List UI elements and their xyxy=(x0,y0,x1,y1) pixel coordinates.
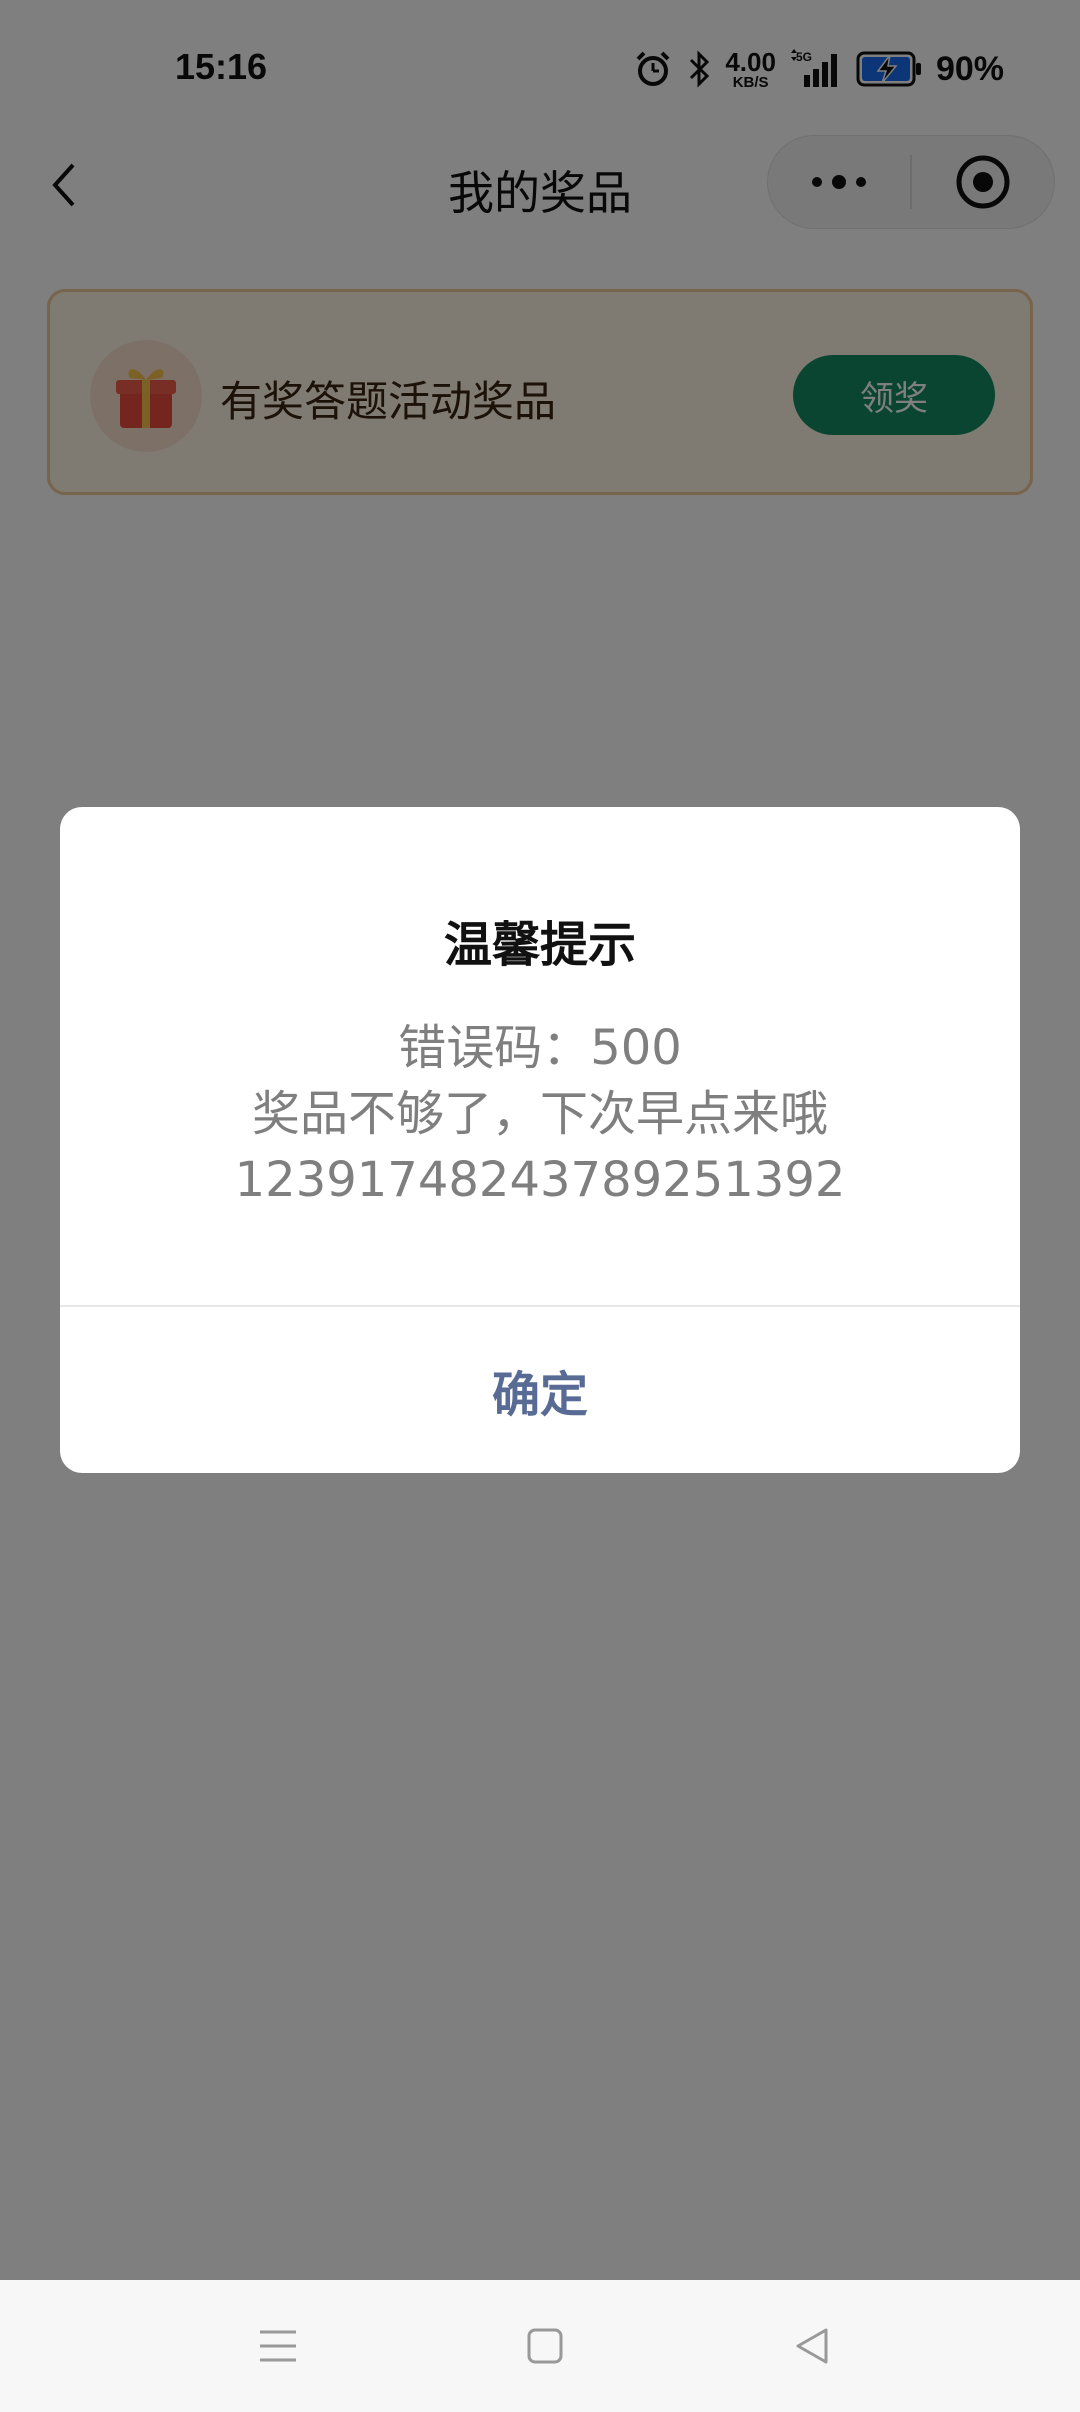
confirm-button[interactable]: 确定 xyxy=(60,1307,1020,1473)
menu-lines-icon xyxy=(260,2330,296,2362)
dialog-message: 错误码：500 奖品不够了，下次早点来哦 1239174824378925139… xyxy=(60,1015,1020,1213)
home-button[interactable] xyxy=(515,2316,575,2376)
back-triangle-icon xyxy=(796,2328,828,2364)
system-back-button[interactable] xyxy=(782,2316,842,2376)
menu-button[interactable] xyxy=(248,2316,308,2376)
home-square-icon xyxy=(527,2328,563,2364)
error-message-text: 奖品不够了，下次早点来哦 xyxy=(251,1086,828,1142)
system-nav-bar xyxy=(0,2280,1080,2412)
dialog-title: 温馨提示 xyxy=(443,917,636,973)
request-id-text: 12391748243789251392 xyxy=(234,1152,846,1208)
alert-dialog: 温馨提示 错误码：500 奖品不够了，下次早点来哦 12391748243789… xyxy=(60,807,1020,1473)
error-code-text: 错误码：500 xyxy=(398,1020,682,1076)
